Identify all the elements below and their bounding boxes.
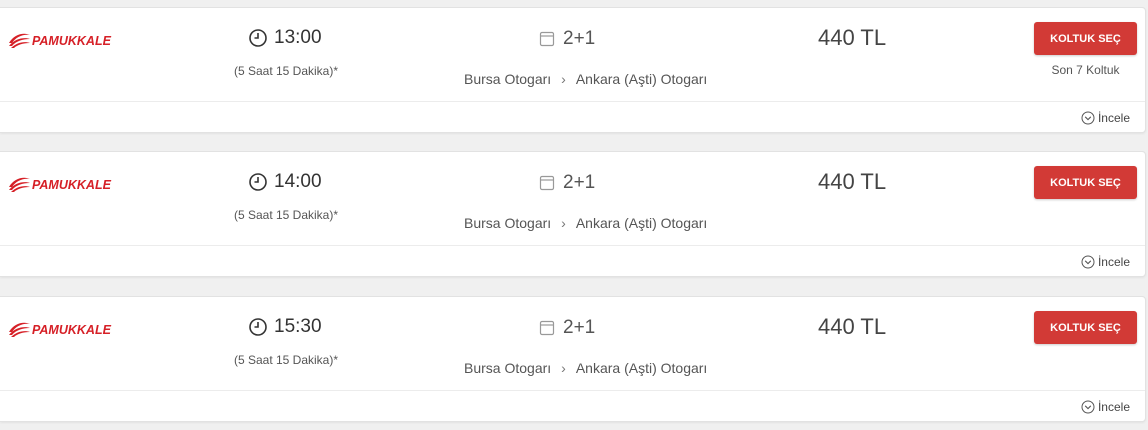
trip-duration: (5 Saat 15 Dakika)*: [233, 64, 339, 78]
seat-icon: [539, 320, 555, 336]
ticket-price: 440 TL: [818, 314, 887, 339]
ticket-price: 440 TL: [818, 25, 887, 50]
departure-time-text: 13:00: [274, 27, 322, 48]
select-seat-button[interactable]: KOLTUK SEÇ: [1034, 166, 1137, 199]
seats-left-text: Son 7 Koltuk: [1051, 63, 1120, 77]
route: Bursa Otogarı › Ankara (Aşti) Otogarı: [464, 71, 707, 87]
details-toggle[interactable]: İncele: [1081, 255, 1130, 269]
chevron-right-icon: ›: [561, 215, 566, 231]
details-label: İncele: [1097, 255, 1130, 269]
destination-station: Ankara (Aşti) Otogarı: [575, 71, 708, 87]
chevron-down-circle-icon: [1081, 111, 1095, 125]
departure-time: 14:00: [248, 170, 322, 194]
seat-layout-text: 2+1: [563, 28, 596, 49]
departure-time-text: 15:30: [274, 316, 322, 337]
seat-layout-text: 2+1: [563, 172, 596, 193]
details-toggle[interactable]: İncele: [1081, 111, 1130, 125]
seat-icon: [539, 31, 555, 47]
company-logo: PAMUKKALE: [8, 174, 118, 194]
details-toggle[interactable]: İncele: [1081, 400, 1130, 414]
departure-time: 13:00: [248, 26, 322, 50]
ticket-price: 440 TL: [818, 169, 887, 194]
origin-station: Bursa Otogarı: [464, 360, 552, 376]
route: Bursa Otogarı › Ankara (Aşti) Otogarı: [464, 215, 707, 231]
departure-time: 15:30: [248, 315, 322, 339]
clock-icon: [249, 173, 267, 191]
company-name: PAMUKKALE: [32, 34, 112, 48]
destination-station: Ankara (Aşti) Otogarı: [575, 360, 708, 376]
route: Bursa Otogarı › Ankara (Aşti) Otogarı: [464, 360, 707, 376]
chevron-down-circle-icon: [1081, 400, 1095, 414]
origin-station: Bursa Otogarı: [464, 215, 552, 231]
chevron-down-circle-icon: [1081, 255, 1095, 269]
trip-card: PAMUKKALE 13:00 (5 Saat 15 Dakika)* 2+1 …: [0, 7, 1146, 133]
chevron-right-icon: ›: [561, 360, 566, 376]
chevron-right-icon: ›: [561, 71, 566, 87]
clock-icon: [249, 29, 267, 47]
origin-station: Bursa Otogarı: [464, 71, 552, 87]
trip-duration: (5 Saat 15 Dakika)*: [233, 208, 339, 222]
trip-card-summary: PAMUKKALE 14:00 (5 Saat 15 Dakika)* 2+1 …: [0, 152, 1145, 246]
company-name: PAMUKKALE: [32, 323, 112, 337]
seat-layout: 2+1: [539, 28, 595, 50]
details-label: İncele: [1097, 111, 1130, 125]
destination-station: Ankara (Aşti) Otogarı: [575, 215, 708, 231]
company-logo: PAMUKKALE: [8, 30, 118, 50]
trip-card-summary: PAMUKKALE 15:30 (5 Saat 15 Dakika)* 2+1 …: [0, 297, 1145, 391]
company-name: PAMUKKALE: [32, 178, 112, 192]
seat-icon: [539, 175, 555, 191]
trip-duration: (5 Saat 15 Dakika)*: [233, 353, 339, 367]
seat-layout: 2+1: [539, 172, 595, 194]
details-label: İncele: [1097, 400, 1130, 414]
select-seat-button[interactable]: KOLTUK SEÇ: [1034, 311, 1137, 344]
trip-card-summary: PAMUKKALE 13:00 (5 Saat 15 Dakika)* 2+1 …: [0, 8, 1145, 102]
trip-card: PAMUKKALE 15:30 (5 Saat 15 Dakika)* 2+1 …: [0, 296, 1146, 422]
departure-time-text: 14:00: [274, 171, 322, 192]
select-seat-button[interactable]: KOLTUK SEÇ: [1034, 22, 1137, 55]
trip-card: PAMUKKALE 14:00 (5 Saat 15 Dakika)* 2+1 …: [0, 151, 1146, 277]
seat-layout: 2+1: [539, 317, 595, 339]
seat-layout-text: 2+1: [563, 317, 596, 338]
clock-icon: [249, 318, 267, 336]
company-logo: PAMUKKALE: [8, 319, 118, 339]
